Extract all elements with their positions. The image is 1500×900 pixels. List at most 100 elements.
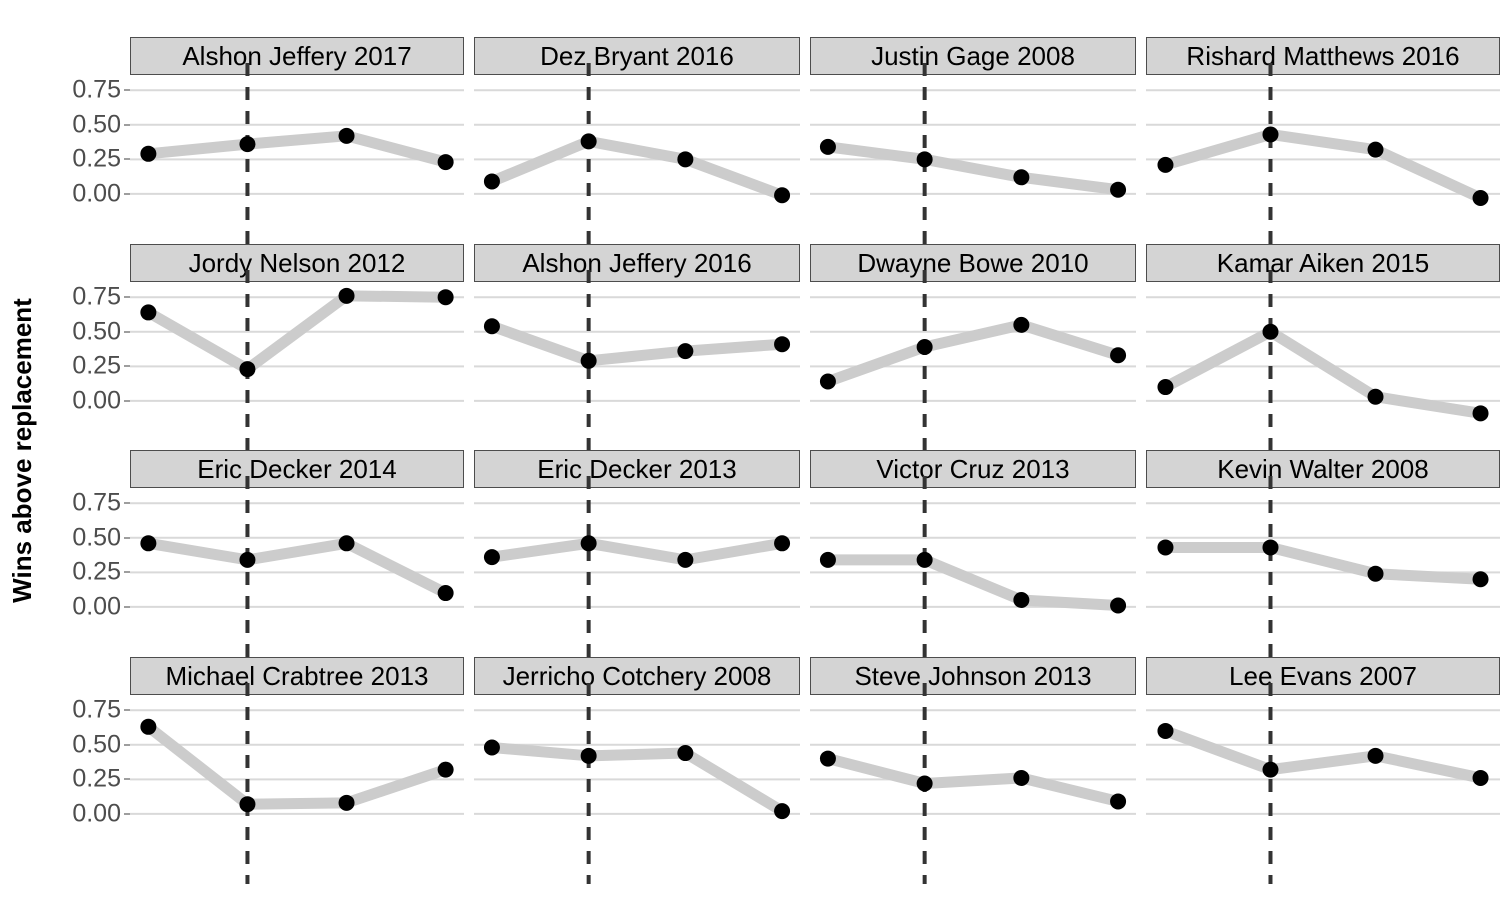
panel-body: Rishard Matthews 2016 (1146, 37, 1500, 264)
y-axis-title: Wins above replacement (0, 0, 44, 900)
facet-panel-1: 0.75 0.50 0.25 0.00 Alshon Jeffery 2017 (44, 37, 464, 264)
y-tick-label: 0.75 (72, 75, 121, 104)
panel-gap (800, 244, 810, 451)
panel-body: Eric Decker 2013 (474, 450, 800, 677)
panel-gap (800, 37, 810, 244)
data-point (819, 750, 836, 767)
facet-strip-text: Rishard Matthews 2016 (1186, 41, 1460, 71)
facet-panel-12: Kevin Walter 2008 (1136, 450, 1500, 677)
data-point (677, 151, 694, 168)
plot-area (474, 270, 800, 471)
data-point (1262, 126, 1279, 143)
y-tick-label: 0.50 (72, 110, 121, 139)
facet-strip-text: Jordy Nelson 2012 (188, 248, 406, 278)
facet-strip-text: Eric Decker 2014 (197, 454, 397, 484)
facet-strip-label: Jordy Nelson 2012 (130, 244, 464, 282)
facet-strip-text: Lee Evans 2007 (1229, 661, 1417, 691)
data-point (1013, 591, 1030, 608)
y-axis: 0.75 0.50 0.25 0.00 (44, 37, 130, 244)
data-point (1157, 379, 1174, 396)
data-point (580, 133, 597, 150)
series-line (491, 537, 783, 566)
chart-root: Wins above replacement 0.75 0.50 0.25 0.00 A… (0, 0, 1500, 900)
y-axis: 0.75 0.50 0.25 0.00 (44, 657, 130, 864)
facet-row: 0.75 0.50 0.25 0.00 Eric Decker 2014 Eric Dec… (44, 450, 1500, 677)
facet-panel-10: Eric Decker 2013 (464, 450, 800, 677)
panel-body: Kevin Walter 2008 (1146, 450, 1500, 677)
data-point (1110, 347, 1127, 364)
data-point (483, 173, 500, 190)
data-point (1472, 769, 1489, 786)
data-point (1110, 793, 1127, 810)
panel-gap (1136, 244, 1146, 451)
panel-gap (1136, 450, 1146, 657)
panel-gap (464, 450, 474, 657)
facet-panel-6: Alshon Jeffery 2016 (464, 244, 800, 471)
data-point (437, 289, 454, 306)
y-tick-label: 0.50 (72, 317, 121, 346)
data-point (1472, 190, 1489, 207)
y-axis: 0.75 0.50 0.25 0.00 (44, 244, 130, 451)
data-point (338, 127, 355, 144)
data-point (1157, 722, 1174, 739)
panel-body: Jordy Nelson 2012 (130, 244, 464, 471)
series-line (827, 554, 1119, 611)
panel-body: Jerricho Cotchery 2008 (474, 657, 800, 884)
data-point (916, 338, 933, 355)
facet-strip-text: Dez Bryant 2016 (540, 41, 734, 71)
data-point (1013, 316, 1030, 333)
facet-strip-label: Eric Decker 2014 (130, 450, 464, 488)
data-point (437, 761, 454, 778)
data-point (239, 361, 256, 378)
data-point (774, 187, 791, 204)
plot-area (1146, 476, 1500, 677)
facet-strip-text: Alshon Jeffery 2017 (182, 41, 412, 71)
panel-body: Alshon Jeffery 2017 (130, 37, 464, 264)
plot-area (130, 63, 464, 264)
data-point (1013, 169, 1030, 186)
data-point (1472, 571, 1489, 588)
data-point (774, 336, 791, 353)
y-tick-label: 0.75 (72, 488, 121, 517)
data-point (1157, 156, 1174, 173)
facet-strip-text: Dwayne Bowe 2010 (857, 248, 1089, 278)
data-point (1110, 181, 1127, 198)
data-point (483, 318, 500, 335)
panel-body: Dez Bryant 2016 (474, 37, 800, 264)
facet-strip-label: Kamar Aiken 2015 (1146, 244, 1500, 282)
data-point (1262, 323, 1279, 340)
series-line (1163, 725, 1482, 784)
facet-row: 0.75 0.50 0.25 0.00 Jordy Nelson 2012 Alshon … (44, 244, 1500, 471)
facet-strip-label: Steve Johnson 2013 (810, 657, 1136, 695)
facet-strip-label: Alshon Jeffery 2017 (130, 37, 464, 75)
data-point (774, 803, 791, 820)
data-point (1472, 405, 1489, 422)
panel-gap (464, 37, 474, 244)
facet-panel-5: 0.75 0.50 0.25 0.00 Jordy Nelson 2012 (44, 244, 464, 471)
panel-gap (1136, 37, 1146, 244)
facet-strip-label: Dez Bryant 2016 (474, 37, 800, 75)
panel-body: Lee Evans 2007 (1146, 657, 1500, 884)
facet-row: 0.75 0.50 0.25 0.00 Alshon Jeffery 2017 Dez B… (44, 37, 1500, 264)
data-point (916, 151, 933, 168)
data-point (580, 535, 597, 552)
panel-gap (800, 657, 810, 864)
data-point (338, 535, 355, 552)
data-point (483, 739, 500, 756)
y-tick-label: 0.25 (72, 351, 121, 380)
y-tick-label: 0.75 (72, 695, 121, 724)
panel-gap (800, 450, 810, 657)
data-point (1013, 769, 1030, 786)
facet-panel-11: Victor Cruz 2013 (800, 450, 1136, 677)
data-point (580, 352, 597, 369)
facet-strip-label: Eric Decker 2013 (474, 450, 800, 488)
y-axis-title-text: Wins above replacement (6, 297, 37, 603)
plot-area (810, 270, 1136, 471)
facet-strip-text: Alshon Jeffery 2016 (522, 248, 752, 278)
data-point (677, 551, 694, 568)
facet-strip-label: Victor Cruz 2013 (810, 450, 1136, 488)
data-point (819, 551, 836, 568)
plot-area (130, 683, 464, 884)
data-point (239, 551, 256, 568)
facet-strip-text: Victor Cruz 2013 (876, 454, 1070, 484)
